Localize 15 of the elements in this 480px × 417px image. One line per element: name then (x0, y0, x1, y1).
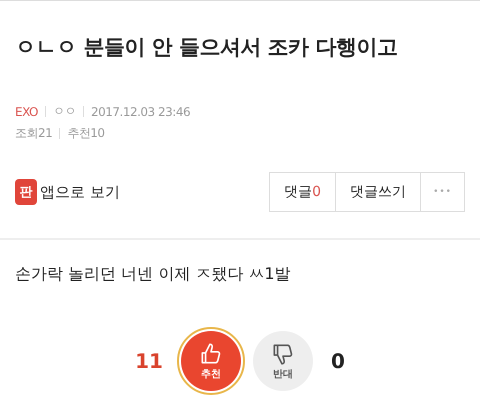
author-name: ㅇㅇ (52, 103, 76, 120)
app-badge-icon[interactable]: 판 (15, 179, 37, 205)
post-title: ㅇㄴㅇ 분들이 안 들으셔서 조카 다행이고 (15, 34, 399, 61)
post-body: 손가락 놀리던 너넨 이제 ㅈ됐다 ㅆ1발 (15, 264, 292, 285)
board-link[interactable]: EXO (15, 104, 38, 118)
downvote-button[interactable]: 반대 (252, 331, 313, 391)
post-date: 2017.12.03 23:46 (90, 104, 190, 118)
app-view-link[interactable]: 앱으로 보기 (40, 182, 120, 202)
write-comment-button[interactable]: 댓글쓰기 (335, 172, 422, 212)
recommend-count: 추천10 (67, 125, 105, 142)
upvote-count: 11 (135, 349, 163, 373)
upvote-button[interactable]: 추천 (180, 331, 241, 391)
comments-button[interactable]: 댓글0 (269, 172, 336, 212)
view-count: 조회21 (15, 125, 52, 142)
downvote-count: 0 (330, 349, 345, 373)
